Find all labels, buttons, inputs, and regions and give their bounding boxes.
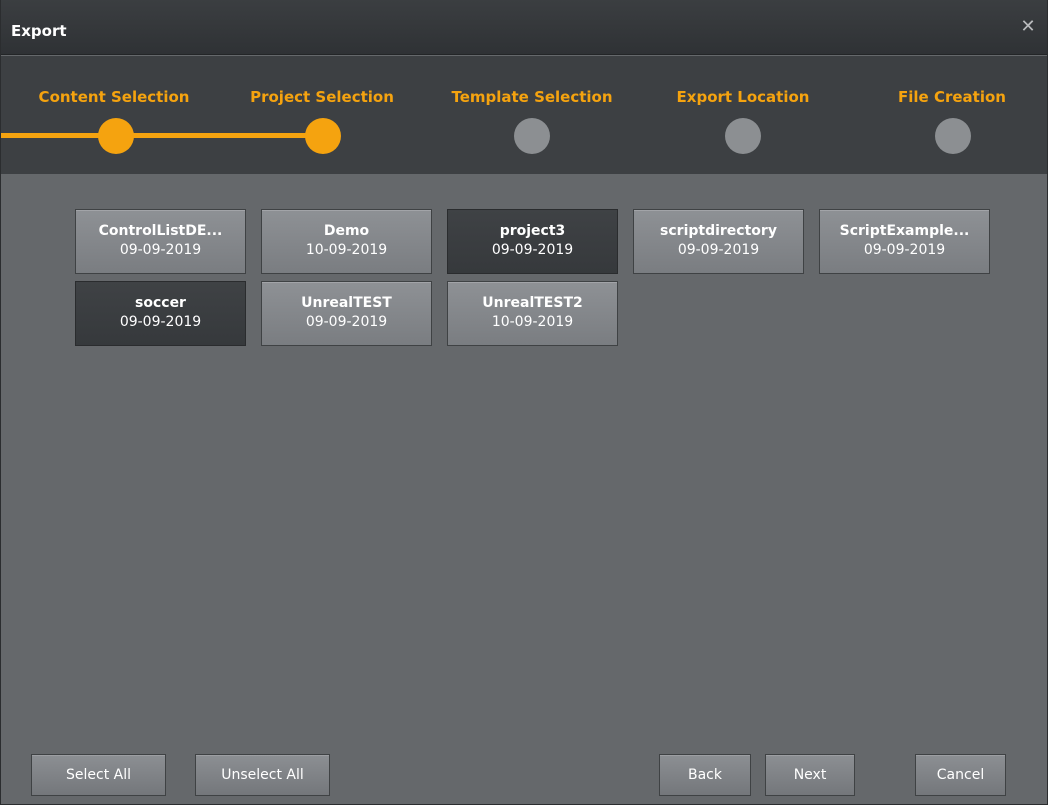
- project-name: Demo: [323, 223, 370, 239]
- step-dot-content-selection: [98, 118, 134, 154]
- project-name: project3: [499, 223, 566, 239]
- project-tile[interactable]: project3 09-09-2019: [447, 209, 618, 274]
- step-dot-template-selection: [514, 118, 550, 154]
- project-name: UnrealTEST2: [482, 295, 583, 311]
- project-tile[interactable]: Demo 10-09-2019: [261, 209, 432, 274]
- project-name: soccer: [135, 295, 186, 311]
- step-label-content-selection: Content Selection: [38, 88, 190, 106]
- project-date: 09-09-2019: [305, 314, 388, 330]
- next-button[interactable]: Next: [765, 754, 855, 796]
- step-label-export-location: Export Location: [676, 88, 810, 106]
- step-label-project-selection: Project Selection: [250, 88, 394, 106]
- export-dialog: Export ✕ Content Selection Project Selec…: [0, 0, 1048, 805]
- progress-stepper: Content Selection Project Selection Temp…: [1, 56, 1047, 174]
- project-date: 10-09-2019: [491, 314, 574, 330]
- project-tile[interactable]: UnrealTEST2 10-09-2019: [447, 281, 618, 346]
- project-date: 09-09-2019: [119, 242, 202, 258]
- project-date: 09-09-2019: [677, 242, 760, 258]
- project-date: 09-09-2019: [119, 314, 202, 330]
- step-label-file-creation: File Creation: [898, 88, 1006, 106]
- project-date: 09-09-2019: [863, 242, 946, 258]
- project-date: 10-09-2019: [305, 242, 388, 258]
- back-button[interactable]: Back: [659, 754, 751, 796]
- project-tile[interactable]: ControlListDE... 09-09-2019: [75, 209, 246, 274]
- project-date: 09-09-2019: [491, 242, 574, 258]
- project-name: UnrealTEST: [301, 295, 392, 311]
- project-tile[interactable]: UnrealTEST 09-09-2019: [261, 281, 432, 346]
- unselect-all-button[interactable]: Unselect All: [195, 754, 330, 796]
- step-dot-project-selection: [305, 118, 341, 154]
- project-tile[interactable]: scriptdirectory 09-09-2019: [633, 209, 804, 274]
- title-bar: Export ✕: [1, 0, 1047, 55]
- step-label-template-selection: Template Selection: [451, 88, 613, 106]
- step-dot-file-creation: [935, 118, 971, 154]
- project-name: scriptdirectory: [660, 223, 777, 239]
- project-tile[interactable]: soccer 09-09-2019: [75, 281, 246, 346]
- step-dot-export-location: [725, 118, 761, 154]
- select-all-button[interactable]: Select All: [31, 754, 166, 796]
- project-tile[interactable]: ScriptExample... 09-09-2019: [819, 209, 990, 274]
- progress-track: [1, 133, 323, 138]
- close-icon[interactable]: ✕: [1017, 16, 1039, 38]
- project-name: ScriptExample...: [839, 223, 970, 239]
- project-name: ControlListDE...: [98, 223, 223, 239]
- cancel-button[interactable]: Cancel: [915, 754, 1006, 796]
- window-title: Export: [11, 22, 67, 40]
